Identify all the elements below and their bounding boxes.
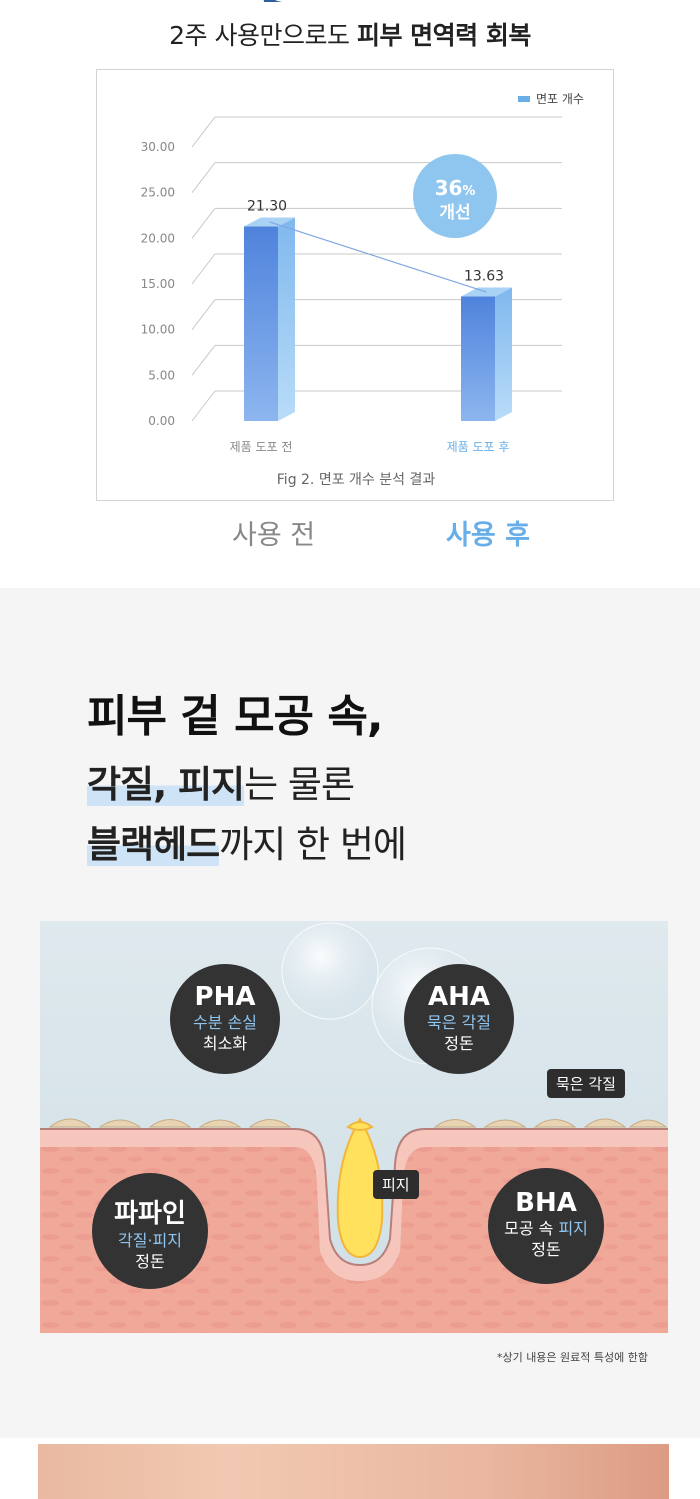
chart-svg: 0.00 5.00 10.00 15.00 20.00 25.00 30.00 21.30 1… xyxy=(141,92,584,488)
subtitle-2-rest: 까지 한 번에 xyxy=(219,823,407,866)
section-subtitle-1: 각질, 피지는 물론 xyxy=(87,754,355,808)
bar-front xyxy=(244,226,278,421)
y-tick-label: 10.00 xyxy=(141,323,175,337)
ingredient-section: 피부 겉 모공 속, 각질, 피지는 물론 블랙헤드까지 한 번에 PHA 수분… xyxy=(0,588,700,1438)
aha-line2: 정돈 xyxy=(444,1034,474,1053)
aha-line1: 묵은 각질 xyxy=(427,1013,491,1032)
bar-value-label: 21.30 xyxy=(247,198,287,214)
decorative-top-shapes xyxy=(263,0,282,2)
label-after: 사용 후 xyxy=(446,520,530,551)
pha-title: PHA xyxy=(194,982,256,1012)
y-tick-label: 5.00 xyxy=(148,368,175,382)
chart-caption: Fig 2. 면포 개수 분석 결과 xyxy=(277,472,436,488)
legend-label: 면포 개수 xyxy=(536,92,584,106)
bha-line1: 모공 속 피지 xyxy=(488,1218,604,1239)
y-tick-label: 15.00 xyxy=(141,277,175,291)
aha-circle: AHA 묵은 각질 정돈 xyxy=(404,964,514,1074)
skin-illustration: PHA 수분 손실 최소화 AHA 묵은 각질 정돈 파파인 각질·피지 정돈 … xyxy=(40,921,668,1333)
pha-line1: 수분 손실 xyxy=(193,1013,257,1032)
headline-bold: 피부 면역력 회복 xyxy=(356,21,531,50)
papain-line1: 각질·피지 xyxy=(118,1231,182,1250)
next-section-preview xyxy=(0,1438,700,1499)
bar-value-label: 13.63 xyxy=(464,269,504,285)
aha-title: AHA xyxy=(427,982,490,1012)
disclaimer-note: *상기 내용은 원료적 특성에 한함 xyxy=(496,1351,648,1364)
bar-front xyxy=(461,296,495,421)
y-tick-label: 20.00 xyxy=(141,231,175,245)
tag-old-keratin: 묵은 각질 xyxy=(547,1069,625,1098)
grid-line xyxy=(191,162,562,193)
highlight-keratin-sebum: 각질, 피지 xyxy=(87,763,245,806)
section-title: 피부 겉 모공 속, xyxy=(87,691,384,742)
bar-side xyxy=(495,287,512,421)
legend-swatch xyxy=(518,96,530,102)
badge-text: 개선 xyxy=(439,203,470,223)
before-after-labels: 사용 전 사용 후 xyxy=(0,513,700,553)
bha-line1-b: 피지 xyxy=(558,1219,588,1238)
pha-circle: PHA 수분 손실 최소화 xyxy=(170,964,280,1074)
y-tick-label: 30.00 xyxy=(141,140,175,154)
x-category-label: 제품 도포 전 xyxy=(230,440,293,454)
x-category-label: 제품 도포 후 xyxy=(447,440,510,454)
papain-line2: 정돈 xyxy=(135,1252,165,1271)
bha-title: BHA xyxy=(515,1188,577,1218)
bha-line1-a: 모공 속 xyxy=(504,1219,559,1238)
comedo-chart: 0.00 5.00 10.00 15.00 20.00 25.00 30.00 21.30 1… xyxy=(96,69,614,501)
headline-text: 2주 사용만으로도 xyxy=(169,21,357,50)
highlight-blackhead: 블랙헤드 xyxy=(87,823,220,866)
subtitle-1-rest: 는 물론 xyxy=(244,763,355,806)
y-tick-label: 0.00 xyxy=(148,414,175,428)
papain-circle: 파파인 각질·피지 정돈 xyxy=(92,1173,208,1289)
skin-photo-preview xyxy=(38,1444,669,1499)
badge-pct-value: 36 xyxy=(435,176,463,200)
bar-side xyxy=(278,217,295,421)
bha-circle: BHA 모공 속 피지 정돈 xyxy=(488,1168,604,1284)
headline: 2주 사용만으로도 피부 면역력 회복 xyxy=(0,16,700,52)
grid-line xyxy=(191,116,562,148)
tag-sebum: 피지 xyxy=(373,1170,419,1199)
label-before: 사용 전 xyxy=(232,520,316,551)
y-tick-label: 25.00 xyxy=(141,186,175,200)
section-subtitle-2: 블랙헤드까지 한 번에 xyxy=(87,814,407,868)
result-section: 2주 사용만으로도 피부 면역력 회복 0.00 5.00 10.00 15.00 20… xyxy=(0,0,700,588)
badge-pct-unit: % xyxy=(462,184,475,199)
bha-line2: 정돈 xyxy=(531,1240,561,1259)
pha-line2: 최소화 xyxy=(202,1034,248,1053)
papain-title: 파파인 xyxy=(114,1199,186,1229)
